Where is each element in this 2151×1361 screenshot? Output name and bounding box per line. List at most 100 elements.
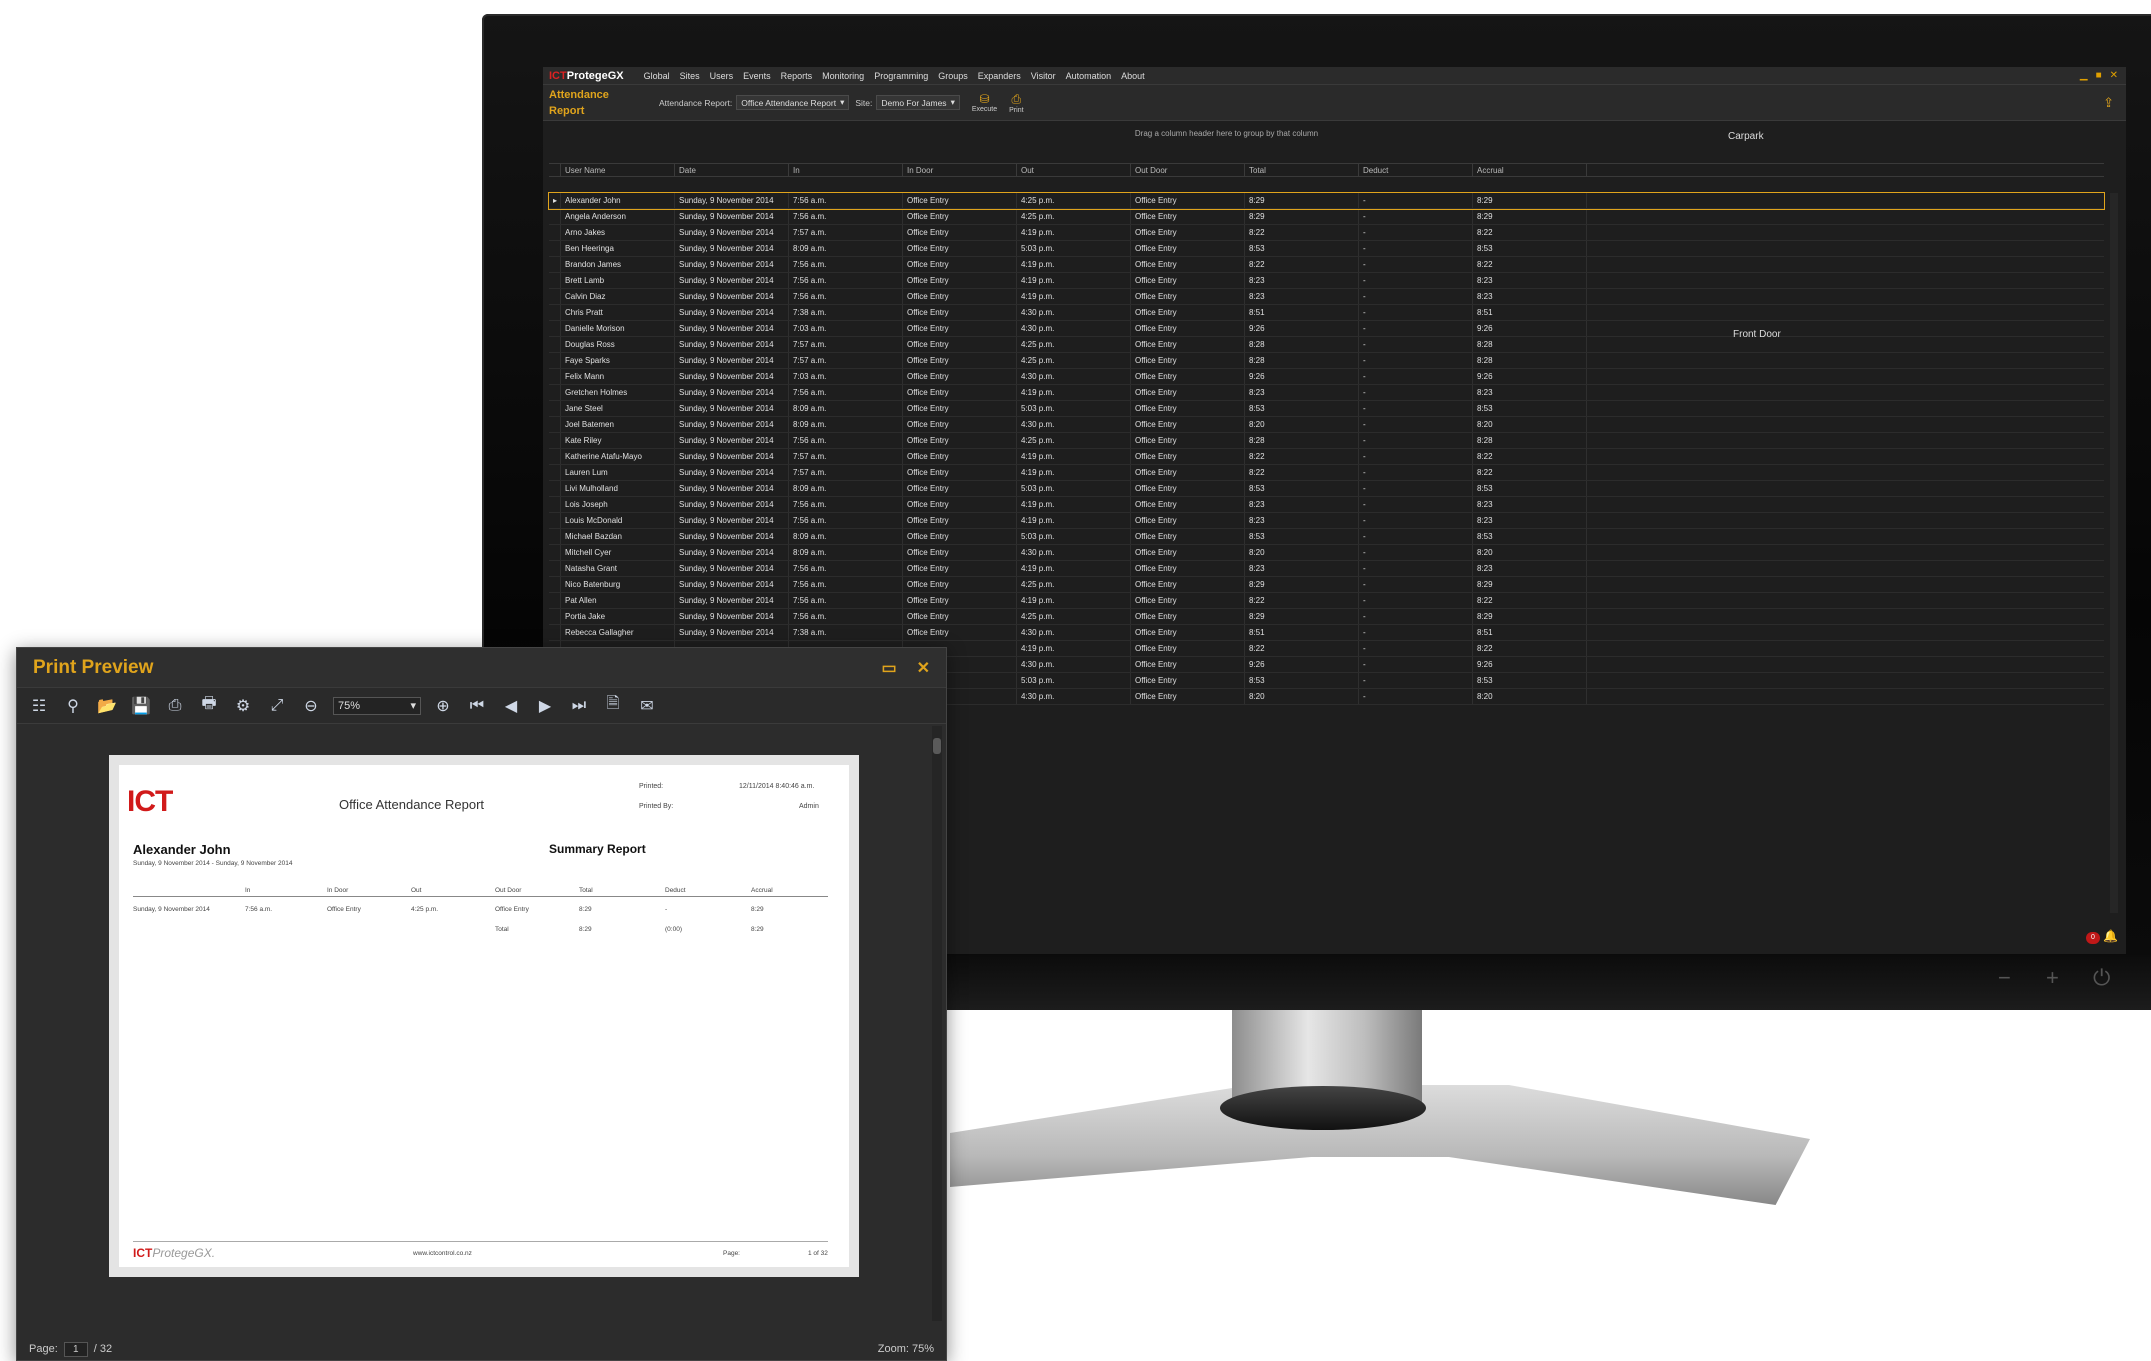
export-icon[interactable]: ⇪ (2103, 95, 2114, 111)
cell-out-door: Office Entry (1131, 289, 1245, 304)
menu-users[interactable]: Users (710, 71, 734, 81)
table-row[interactable]: Felix Mann Sunday, 9 November 2014 7:03 a.… (549, 369, 2104, 385)
header-in-door[interactable]: In Door (903, 164, 1017, 176)
table-row[interactable]: Louis McDonald Sunday, 9 November 2014 7:5… (549, 513, 2104, 529)
cell-filler (1587, 433, 2097, 448)
cell-total: 8:22 (1245, 641, 1359, 656)
page-setup-icon[interactable]: ⚙ (231, 694, 255, 718)
report-select[interactable]: Office Attendance Report ▾ (736, 95, 850, 110)
table-row[interactable]: Chris Pratt Sunday, 9 November 2014 7:38 a… (549, 305, 2104, 321)
row-indicator (549, 545, 561, 560)
maximize-icon[interactable]: ■ (2096, 70, 2102, 81)
menu-sites[interactable]: Sites (680, 71, 700, 81)
table-row[interactable]: Mitchell Cyer Sunday, 9 November 2014 8:09… (549, 545, 2104, 561)
cell-user-name: Faye Sparks (561, 353, 675, 368)
table-row[interactable]: Gretchen Holmes Sunday, 9 November 2014 7:… (549, 385, 2104, 401)
printer-icon[interactable]: 🖶 (197, 694, 221, 718)
menu-automation[interactable]: Automation (1066, 71, 1112, 81)
export-document-icon[interactable]: 🗎 (601, 694, 625, 718)
document-map-icon[interactable]: ☷ (27, 694, 51, 718)
zoom-out-icon[interactable]: ⊖ (299, 694, 323, 718)
search-icon[interactable]: ⚲ (61, 694, 85, 718)
next-page-icon[interactable]: ▶ (533, 694, 557, 718)
print-button[interactable]: ⎙ Print (1009, 92, 1023, 114)
menu-expanders[interactable]: Expanders (978, 71, 1021, 81)
header-user-name[interactable]: User Name (561, 164, 675, 176)
menu-global[interactable]: Global (644, 71, 670, 81)
cell-in-door: Office Entry (903, 369, 1017, 384)
table-row[interactable]: ▸ Alexander John Sunday, 9 November 2014 7:… (548, 192, 2105, 210)
open-folder-icon[interactable]: 📂 (95, 694, 119, 718)
header-deduct[interactable]: Deduct (1359, 164, 1473, 176)
table-row[interactable]: Lauren Lum Sunday, 9 November 2014 7:57 a.… (549, 465, 2104, 481)
table-row[interactable]: Pat Allen Sunday, 9 November 2014 7:56 a.m… (549, 593, 2104, 609)
table-row[interactable]: Livi Mulholland Sunday, 9 November 2014 8:… (549, 481, 2104, 497)
header-total[interactable]: Total (1245, 164, 1359, 176)
power-icon[interactable]: ⏻ (2093, 965, 2110, 991)
previous-page-icon[interactable]: ◀ (499, 694, 523, 718)
table-row[interactable]: Danielle Morison Sunday, 9 November 2014 7… (549, 321, 2104, 337)
cell-out: 4:30 p.m. (1017, 369, 1131, 384)
menu-visitor[interactable]: Visitor (1031, 71, 1056, 81)
header-accrual[interactable]: Accrual (1473, 164, 1587, 176)
header-out[interactable]: Out (1017, 164, 1131, 176)
table-row[interactable]: Nico Batenburg Sunday, 9 November 2014 7:5… (549, 577, 2104, 593)
table-row[interactable]: Calvin Diaz Sunday, 9 November 2014 7:56 a… (549, 289, 2104, 305)
table-row[interactable]: Jane Steel Sunday, 9 November 2014 8:09 a.… (549, 401, 2104, 417)
header-date[interactable]: Date (675, 164, 789, 176)
close-icon[interactable]: ✕ (2110, 70, 2118, 81)
menu-programming[interactable]: Programming (874, 71, 928, 81)
maximize-icon[interactable]: ▭ (881, 658, 896, 678)
bell-icon[interactable]: 🔔 (2103, 929, 2118, 943)
table-row[interactable]: Ben Heeringa Sunday, 9 November 2014 8:09 … (549, 241, 2104, 257)
scrollbar-thumb[interactable] (933, 738, 941, 754)
table-row[interactable]: Natasha Grant Sunday, 9 November 2014 7:56… (549, 561, 2104, 577)
menu-reports[interactable]: Reports (781, 71, 813, 81)
table-row[interactable]: Portia Jake Sunday, 9 November 2014 7:56 a… (549, 609, 2104, 625)
cell-user-name: Jane Steel (561, 401, 675, 416)
menu-events[interactable]: Events (743, 71, 771, 81)
group-by-panel[interactable]: Drag a column header here to group by th… (549, 123, 2104, 145)
minus-icon[interactable]: − (1998, 965, 2011, 991)
table-row[interactable]: Angela Anderson Sunday, 9 November 2014 7:… (549, 209, 2104, 225)
zoom-select[interactable]: 75% ▾ (333, 696, 421, 715)
minimize-icon[interactable]: ▁ (2080, 70, 2088, 81)
table-row[interactable]: Brett Lamb Sunday, 9 November 2014 7:56 a.… (549, 273, 2104, 289)
filter-row[interactable] (549, 177, 2104, 193)
table-row[interactable]: Rebecca Gallagher Sunday, 9 November 2014… (549, 625, 2104, 641)
scale-icon[interactable]: ⤢ (265, 694, 289, 718)
table-row[interactable]: Arno Jakes Sunday, 9 November 2014 7:57 a.… (549, 225, 2104, 241)
table-row[interactable]: Brandon James Sunday, 9 November 2014 7:56… (549, 257, 2104, 273)
quick-print-icon[interactable]: ⎙ (163, 694, 187, 718)
notification-badge[interactable]: 0 (2086, 932, 2100, 944)
cell-user-name: Felix Mann (561, 369, 675, 384)
cell-deduct: - (1359, 529, 1473, 544)
table-row[interactable]: Michael Bazdan Sunday, 9 November 2014 8:0… (549, 529, 2104, 545)
table-row[interactable]: Kate Riley Sunday, 9 November 2014 7:56 a.… (549, 433, 2104, 449)
preview-scrollbar[interactable] (932, 726, 942, 1321)
page-number-input[interactable]: 1 (63, 1341, 88, 1357)
plus-icon[interactable]: + (2046, 965, 2059, 991)
site-select[interactable]: Demo For James ▾ (876, 95, 960, 110)
menu-monitoring[interactable]: Monitoring (822, 71, 864, 81)
save-icon[interactable]: 💾 (129, 694, 153, 718)
close-icon[interactable]: ✕ (917, 658, 930, 678)
grid-scrollbar[interactable] (2110, 193, 2118, 913)
zoom-in-icon[interactable]: ⊕ (431, 694, 455, 718)
screenshot-stage: − + ⏻ ICTProtegeGX Global Sites Users Ev… (0, 0, 2151, 1361)
header-out-door[interactable]: Out Door (1131, 164, 1245, 176)
last-page-icon[interactable]: ⏭ (567, 694, 591, 718)
cell-out: 4:25 p.m. (1017, 353, 1131, 368)
first-page-icon[interactable]: ⏮ (465, 694, 489, 718)
header-in[interactable]: In (789, 164, 903, 176)
table-row[interactable]: Douglas Ross Sunday, 9 November 2014 7:57 … (549, 337, 2104, 353)
table-row[interactable]: Lois Joseph Sunday, 9 November 2014 7:56 a… (549, 497, 2104, 513)
menu-groups[interactable]: Groups (938, 71, 968, 81)
table-row[interactable]: Katherine Atafu-Mayo Sunday, 9 November 2… (549, 449, 2104, 465)
cell-in: 7:56 a.m. (789, 577, 903, 592)
execute-button[interactable]: ⛁ Execute (972, 92, 997, 113)
menu-about[interactable]: About (1121, 71, 1145, 81)
table-row[interactable]: Joel Batemen Sunday, 9 November 2014 8:09 … (549, 417, 2104, 433)
email-icon[interactable]: ✉ (635, 694, 659, 718)
table-row[interactable]: Faye Sparks Sunday, 9 November 2014 7:57 a… (549, 353, 2104, 369)
